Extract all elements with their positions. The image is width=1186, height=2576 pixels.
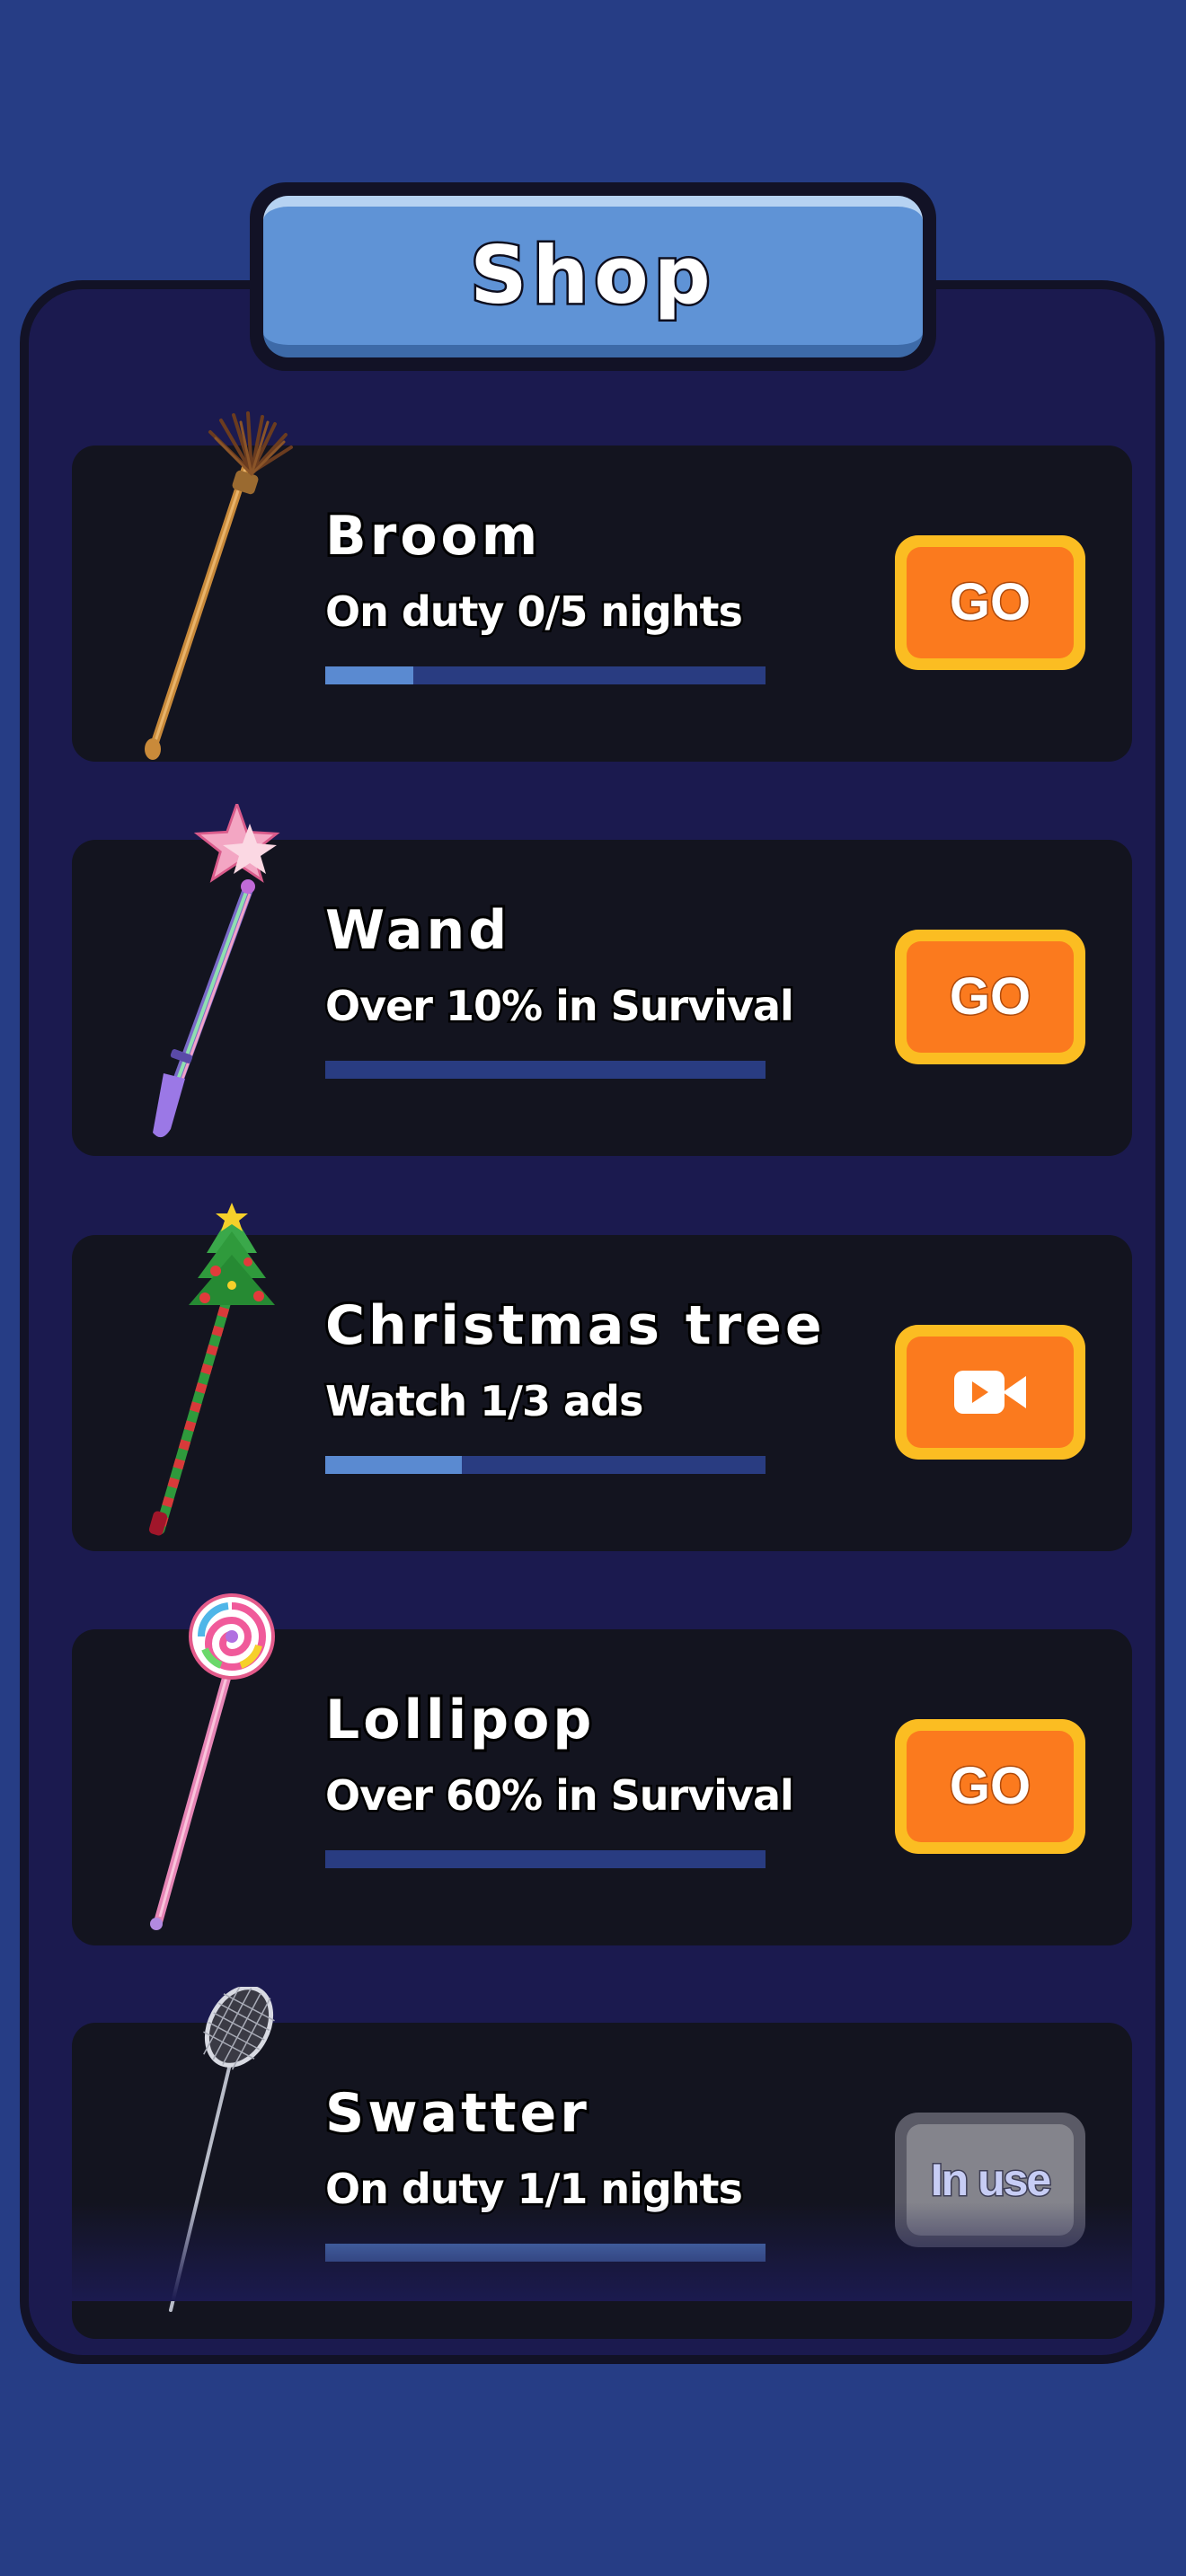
shop-item-christmas-tree: Christmas tree Watch 1/3 ads (72, 1203, 1132, 1551)
item-task: Watch 1/3 ads (323, 1376, 645, 1425)
shop-item-broom: Broom On duty 0/5 nights GO (72, 411, 1132, 762)
item-task: On duty 0/5 nights (323, 587, 746, 636)
in-use-button[interactable]: In use (895, 2113, 1085, 2247)
item-task: On duty 1/1 nights (323, 2164, 746, 2213)
button-label: GO (948, 573, 1031, 631)
shop-item-lollipop: Lollipop Over 60% in Survival GO (72, 1593, 1132, 1945)
christmas-tree-icon (148, 1203, 275, 1536)
progress-fill (325, 1456, 462, 1474)
progress-bar (325, 1456, 766, 1474)
shop-item-swatter: Swatter On duty 1/1 nights In use (72, 1987, 1132, 2339)
shop-title-tab: Shop (250, 182, 936, 371)
progress-bar (325, 2244, 766, 2262)
watch-ad-button[interactable] (895, 1325, 1085, 1460)
item-name: Christmas tree (323, 1293, 826, 1358)
progress-fill (325, 2244, 766, 2262)
broom-icon (145, 411, 293, 760)
shop-item-wand: Wand Over 10% in Survival GO (72, 804, 1132, 1156)
item-name: Swatter (323, 2081, 590, 2146)
lollipop-icon (150, 1593, 275, 1930)
progress-bar (325, 666, 766, 684)
button-label: GO (948, 967, 1031, 1026)
wand-icon (153, 804, 280, 1138)
go-button[interactable]: GO (895, 1719, 1085, 1854)
go-button[interactable]: GO (895, 535, 1085, 670)
go-button[interactable]: GO (895, 930, 1085, 1064)
item-name: Wand (323, 898, 511, 963)
item-name: Broom (323, 504, 542, 569)
progress-fill (325, 666, 413, 684)
item-name: Lollipop (323, 1688, 596, 1752)
page-title: Shop (468, 229, 716, 322)
item-task: Over 10% in Survival (323, 981, 797, 1030)
item-task: Over 60% in Survival (323, 1770, 797, 1820)
shop-panel: Broom On duty 0/5 nights GO Wand Over 10… (20, 280, 1164, 2364)
button-label: In use (929, 2155, 1053, 2205)
progress-bar (325, 1850, 766, 1868)
progress-bar (325, 1061, 766, 1079)
swatter-icon (169, 1987, 275, 2312)
button-label: GO (948, 1757, 1031, 1815)
video-icon (954, 1371, 1026, 1414)
